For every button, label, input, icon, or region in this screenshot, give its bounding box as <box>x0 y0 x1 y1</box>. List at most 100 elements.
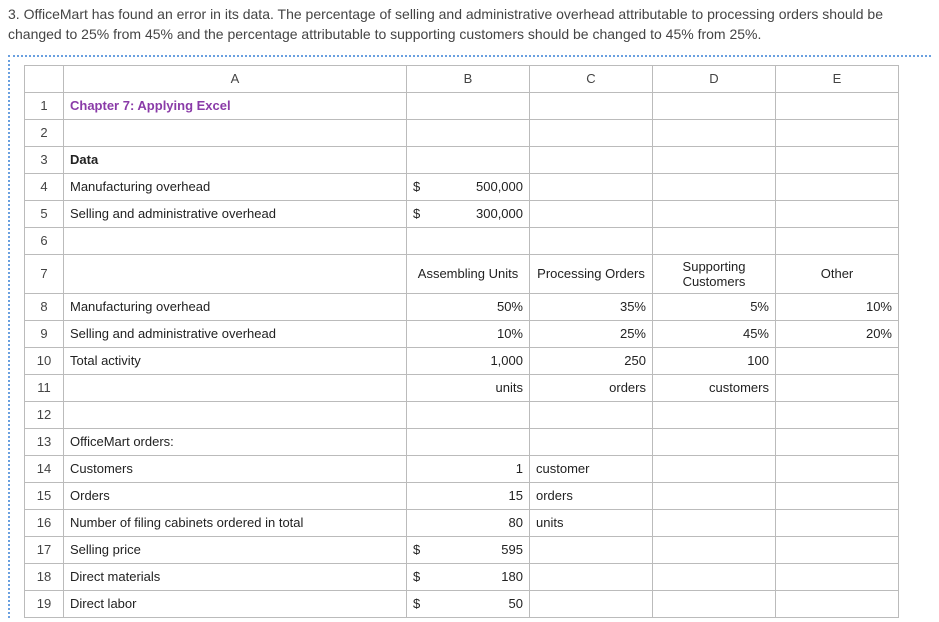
cell-B17[interactable]: $595 <box>407 536 530 563</box>
cell-D9[interactable]: 45% <box>653 320 776 347</box>
cell-D1[interactable] <box>653 92 776 119</box>
row-2: 2 <box>25 119 899 146</box>
cell-C8[interactable]: 35% <box>530 293 653 320</box>
cell-B16[interactable]: 80 <box>407 509 530 536</box>
cell-B1[interactable] <box>407 92 530 119</box>
cell-C13[interactable] <box>530 428 653 455</box>
cell-D11[interactable]: customers <box>653 374 776 401</box>
cell-C2[interactable] <box>530 119 653 146</box>
cell-B4[interactable]: $500,000 <box>407 173 530 200</box>
cell-D5[interactable] <box>653 200 776 227</box>
cell-B2[interactable] <box>407 119 530 146</box>
cell-C1[interactable] <box>530 92 653 119</box>
cell-B6[interactable] <box>407 227 530 254</box>
cell-D17[interactable] <box>653 536 776 563</box>
cell-A7[interactable] <box>64 254 407 293</box>
cell-A13[interactable]: OfficeMart orders: <box>64 428 407 455</box>
cell-C19[interactable] <box>530 590 653 617</box>
cell-B8[interactable]: 50% <box>407 293 530 320</box>
cell-A12[interactable] <box>64 401 407 428</box>
cell-A10[interactable]: Total activity <box>64 347 407 374</box>
cell-E16[interactable] <box>776 509 899 536</box>
cell-A15[interactable]: Orders <box>64 482 407 509</box>
cell-D7[interactable]: Supporting Customers <box>653 254 776 293</box>
cell-C9[interactable]: 25% <box>530 320 653 347</box>
cell-A1[interactable]: Chapter 7: Applying Excel <box>64 92 407 119</box>
cell-E12[interactable] <box>776 401 899 428</box>
cell-A6[interactable] <box>64 227 407 254</box>
cell-E6[interactable] <box>776 227 899 254</box>
cell-E3[interactable] <box>776 146 899 173</box>
cell-C7[interactable]: Processing Orders <box>530 254 653 293</box>
cell-E13[interactable] <box>776 428 899 455</box>
cell-D2[interactable] <box>653 119 776 146</box>
cell-A18[interactable]: Direct materials <box>64 563 407 590</box>
cell-C4[interactable] <box>530 173 653 200</box>
cell-B5[interactable]: $300,000 <box>407 200 530 227</box>
cell-D15[interactable] <box>653 482 776 509</box>
cell-C11[interactable]: orders <box>530 374 653 401</box>
cell-C14[interactable]: customer <box>530 455 653 482</box>
cell-E9[interactable]: 20% <box>776 320 899 347</box>
cell-B18[interactable]: $180 <box>407 563 530 590</box>
cell-A19[interactable]: Direct labor <box>64 590 407 617</box>
cell-C6[interactable] <box>530 227 653 254</box>
cell-D19[interactable] <box>653 590 776 617</box>
cell-A3[interactable]: Data <box>64 146 407 173</box>
cell-B10[interactable]: 1,000 <box>407 347 530 374</box>
cell-A4[interactable]: Manufacturing overhead <box>64 173 407 200</box>
cell-E17[interactable] <box>776 536 899 563</box>
cell-A9[interactable]: Selling and administrative overhead <box>64 320 407 347</box>
col-header-A: A <box>64 65 407 92</box>
cell-E10[interactable] <box>776 347 899 374</box>
col-header-E: E <box>776 65 899 92</box>
cell-C10[interactable]: 250 <box>530 347 653 374</box>
cell-C18[interactable] <box>530 563 653 590</box>
cell-B13[interactable] <box>407 428 530 455</box>
cell-D3[interactable] <box>653 146 776 173</box>
cell-E2[interactable] <box>776 119 899 146</box>
cell-B15[interactable]: 15 <box>407 482 530 509</box>
cell-D6[interactable] <box>653 227 776 254</box>
cell-D18[interactable] <box>653 563 776 590</box>
cell-C5[interactable] <box>530 200 653 227</box>
cell-A11[interactable] <box>64 374 407 401</box>
cell-D4[interactable] <box>653 173 776 200</box>
cell-E14[interactable] <box>776 455 899 482</box>
cell-B11[interactable]: units <box>407 374 530 401</box>
currency-symbol: $ <box>413 206 420 221</box>
cell-D12[interactable] <box>653 401 776 428</box>
cell-D14[interactable] <box>653 455 776 482</box>
cell-B9[interactable]: 10% <box>407 320 530 347</box>
row-13: 13 OfficeMart orders: <box>25 428 899 455</box>
cell-E4[interactable] <box>776 173 899 200</box>
cell-A17[interactable]: Selling price <box>64 536 407 563</box>
cell-E11[interactable] <box>776 374 899 401</box>
cell-B19[interactable]: $50 <box>407 590 530 617</box>
cell-C15[interactable]: orders <box>530 482 653 509</box>
cell-D16[interactable] <box>653 509 776 536</box>
cell-A8[interactable]: Manufacturing overhead <box>64 293 407 320</box>
cell-E1[interactable] <box>776 92 899 119</box>
cell-C3[interactable] <box>530 146 653 173</box>
cell-E7[interactable]: Other <box>776 254 899 293</box>
cell-A5[interactable]: Selling and administrative overhead <box>64 200 407 227</box>
cell-D10[interactable]: 100 <box>653 347 776 374</box>
cell-D13[interactable] <box>653 428 776 455</box>
cell-B7[interactable]: Assembling Units <box>407 254 530 293</box>
cell-C12[interactable] <box>530 401 653 428</box>
cell-B12[interactable] <box>407 401 530 428</box>
cell-E19[interactable] <box>776 590 899 617</box>
cell-E8[interactable]: 10% <box>776 293 899 320</box>
cell-E15[interactable] <box>776 482 899 509</box>
cell-D8[interactable]: 5% <box>653 293 776 320</box>
cell-A14[interactable]: Customers <box>64 455 407 482</box>
cell-B3[interactable] <box>407 146 530 173</box>
cell-E5[interactable] <box>776 200 899 227</box>
cell-A16[interactable]: Number of filing cabinets ordered in tot… <box>64 509 407 536</box>
cell-C16[interactable]: units <box>530 509 653 536</box>
cell-B14[interactable]: 1 <box>407 455 530 482</box>
cell-A2[interactable] <box>64 119 407 146</box>
cell-E18[interactable] <box>776 563 899 590</box>
cell-C17[interactable] <box>530 536 653 563</box>
